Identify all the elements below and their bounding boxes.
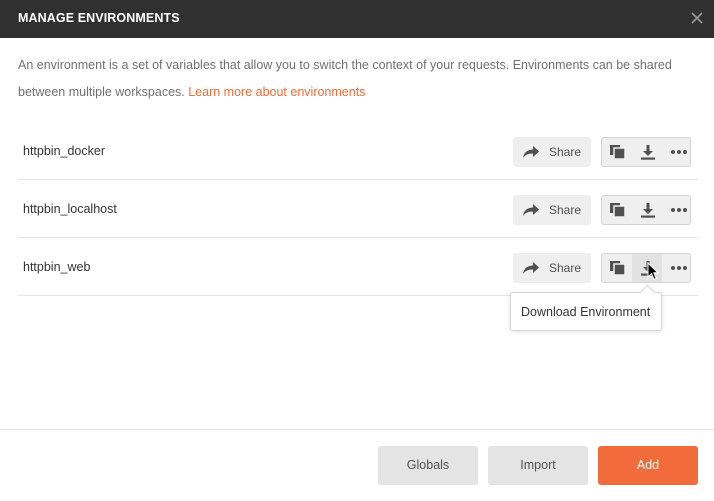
more-horizontal-icon (671, 266, 687, 270)
environment-name[interactable]: httpbin_docker (23, 144, 105, 158)
environment-row: httpbin_web Share (18, 238, 698, 296)
import-button[interactable]: Import (488, 446, 588, 485)
download-icon (641, 203, 655, 218)
environment-list: httpbin_docker Share httpbin_localhost S… (18, 122, 698, 296)
modal-footer: Globals Import Add (0, 429, 714, 501)
learn-more-link[interactable]: Learn more about environments (188, 85, 365, 99)
share-arrow-icon (523, 146, 539, 158)
duplicate-icon (610, 203, 626, 217)
duplicate-icon (610, 261, 626, 275)
add-button[interactable]: Add (598, 446, 698, 485)
download-tooltip: Download Environment (510, 284, 662, 331)
mouse-pointer-icon (647, 262, 659, 281)
share-label: Share (549, 145, 582, 159)
download-icon (641, 145, 655, 160)
duplicate-button[interactable] (602, 138, 632, 166)
tooltip-text: Download Environment (521, 305, 651, 319)
close-icon (691, 12, 703, 24)
duplicate-icon (610, 145, 626, 159)
share-arrow-icon (523, 204, 539, 216)
share-button[interactable]: Share (513, 195, 591, 225)
share-label: Share (549, 203, 582, 217)
share-button[interactable]: Share (513, 253, 591, 283)
more-horizontal-icon (671, 150, 687, 154)
globals-button[interactable]: Globals (378, 446, 478, 485)
modal-title: MANAGE ENVIRONMENTS (18, 11, 180, 25)
more-options-button[interactable] (662, 254, 692, 282)
more-options-button[interactable] (662, 196, 692, 224)
download-button[interactable] (632, 138, 662, 166)
modal-header: MANAGE ENVIRONMENTS (0, 0, 714, 38)
duplicate-button[interactable] (602, 196, 632, 224)
close-button[interactable] (689, 10, 705, 26)
environment-actions (601, 253, 691, 283)
share-button[interactable]: Share (513, 137, 591, 167)
duplicate-button[interactable] (602, 254, 632, 282)
environment-name[interactable]: httpbin_localhost (23, 202, 117, 216)
manage-environments-modal: MANAGE ENVIRONMENTS An environment is a … (0, 0, 714, 501)
share-label: Share (549, 261, 582, 275)
environment-actions (601, 137, 691, 167)
environment-row: httpbin_docker Share (18, 122, 698, 180)
environment-row: httpbin_localhost Share (18, 180, 698, 238)
environment-name[interactable]: httpbin_web (23, 260, 90, 274)
share-arrow-icon (523, 262, 539, 274)
more-options-button[interactable] (662, 138, 692, 166)
more-horizontal-icon (671, 208, 687, 212)
description-text: An environment is a set of variables tha… (18, 52, 698, 106)
environment-actions (601, 195, 691, 225)
download-button[interactable] (632, 196, 662, 224)
